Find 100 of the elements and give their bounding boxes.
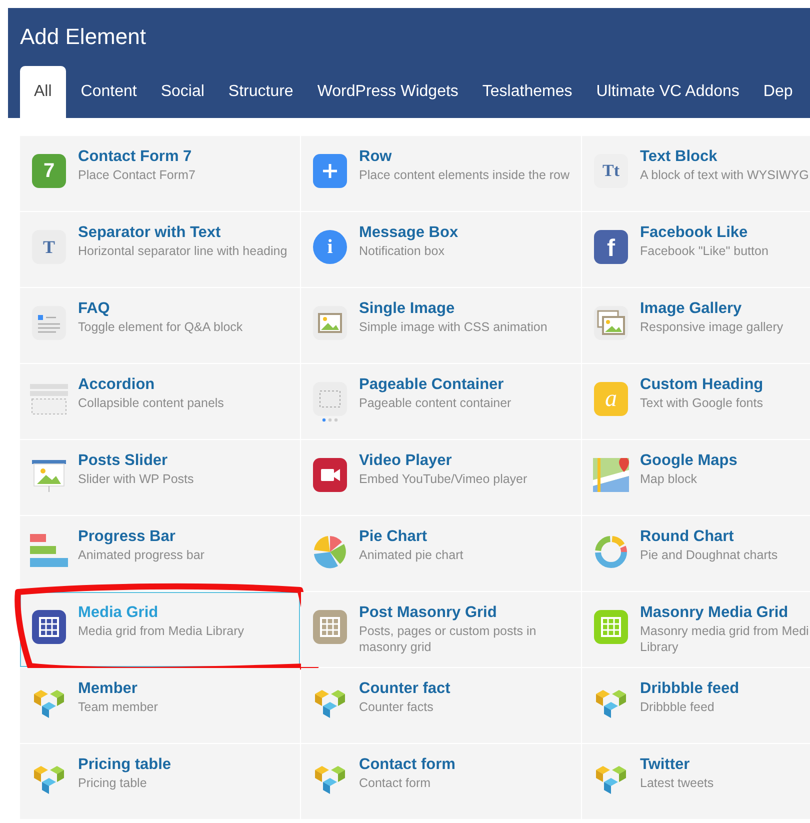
element-description: Latest tweets: [640, 775, 715, 791]
element-description: Responsive image gallery: [640, 319, 784, 335]
element-title: Counter fact: [359, 679, 452, 699]
element-description: Simple image with CSS animation: [359, 319, 548, 335]
element-title: Progress Bar: [78, 527, 176, 547]
category-tab[interactable]: Ultimate VC Addons: [587, 66, 748, 118]
element-card[interactable]: Tt Text Block A block of text with WYSIWYG: [582, 136, 810, 211]
gallery-icon: [594, 306, 628, 340]
element-card[interactable]: f Facebook Like Facebook "Like" button: [582, 212, 810, 287]
element-title: Pie Chart: [359, 527, 428, 547]
map-icon: [593, 458, 629, 492]
element-description: Collapsible content panels: [78, 395, 225, 411]
element-card[interactable]: Progress Bar Animated progress bar: [20, 516, 300, 591]
element-card[interactable]: T Separator with Text Horizontal separator line with heading: [20, 212, 300, 287]
element-description: Masonry media grid from Medi Library: [640, 623, 810, 655]
plus-icon: [313, 154, 347, 188]
separator-icon: T: [32, 230, 66, 264]
element-title: Member: [78, 679, 138, 699]
element-description: Team member: [78, 699, 159, 715]
element-description: Slider with WP Posts: [78, 471, 195, 487]
image-icon: [313, 306, 347, 340]
element-description: Animated pie chart: [359, 547, 464, 563]
pie-chart-icon: [312, 534, 348, 570]
element-title: Separator with Text: [78, 223, 222, 243]
element-title: Masonry Media Grid: [640, 603, 790, 623]
element-description: Pie and Doughnat charts: [640, 547, 779, 563]
element-card[interactable]: Pie Chart Animated pie chart: [301, 516, 581, 591]
category-tab[interactable]: Content: [72, 66, 146, 118]
element-description: Animated progress bar: [78, 547, 206, 563]
element-card[interactable]: Pricing table Pricing table: [20, 744, 300, 819]
category-tab[interactable]: WordPress Widgets: [308, 66, 468, 118]
element-card[interactable]: Twitter Latest tweets: [582, 744, 810, 819]
category-tab[interactable]: All: [20, 66, 66, 118]
grid-icon: [313, 610, 347, 644]
element-title: Posts Slider: [78, 451, 169, 471]
element-card[interactable]: Dribbble feed Dribbble feed: [582, 668, 810, 743]
element-title: Round Chart: [640, 527, 735, 547]
info-icon: i: [313, 230, 347, 264]
element-card[interactable]: Posts Slider Slider with WP Posts: [20, 440, 300, 515]
progress-bars-icon: [30, 534, 68, 568]
element-description: Facebook "Like" button: [640, 243, 770, 259]
element-description: Notification box: [359, 243, 446, 259]
element-description: Pageable content container: [359, 395, 512, 411]
element-title: Pageable Container: [359, 375, 505, 395]
element-card[interactable]: i Message Box Notification box: [301, 212, 581, 287]
element-card[interactable]: Image Gallery Responsive image gallery: [582, 288, 810, 363]
element-description: Media grid from Media Library: [78, 623, 246, 639]
element-title: Media Grid: [78, 603, 160, 623]
grid-icon: [32, 610, 66, 644]
element-description: Place content elements inside the row: [359, 167, 571, 183]
element-card[interactable]: Accordion Collapsible content panels: [20, 364, 300, 439]
element-description: Toggle element for Q&A block: [78, 319, 244, 335]
letter-icon: a: [594, 382, 628, 416]
facebook-icon: f: [594, 230, 628, 264]
category-tab[interactable]: Structure: [219, 66, 302, 118]
element-title: Post Masonry Grid: [359, 603, 498, 623]
element-title: Contact form: [359, 755, 456, 775]
element-title: Message Box: [359, 223, 460, 243]
element-card[interactable]: 7 Contact Form 7 Place Contact Form7: [20, 136, 300, 211]
category-tab[interactable]: Teslathemes: [473, 66, 582, 118]
video-camera-icon: [313, 458, 347, 492]
category-tab[interactable]: Social: [152, 66, 214, 118]
element-description: Posts, pages or custom posts in masonry grid: [359, 623, 538, 655]
donut-chart-icon: [593, 534, 629, 570]
element-card[interactable]: FAQ Toggle element for Q&A block: [20, 288, 300, 363]
element-title: Single Image: [359, 299, 456, 319]
element-title: Contact Form 7: [78, 147, 193, 167]
element-title: Dribbble feed: [640, 679, 740, 699]
element-card[interactable]: Member Team member: [20, 668, 300, 743]
category-tab[interactable]: Dep: [754, 66, 802, 118]
element-card[interactable]: Pageable Container Pageable content container: [301, 364, 581, 439]
element-card[interactable]: Google Maps Map block: [582, 440, 810, 515]
seven-icon: 7: [32, 154, 66, 188]
element-card[interactable]: Round Chart Pie and Doughnat charts: [582, 516, 810, 591]
element-description: Dribbble feed: [640, 699, 716, 715]
element-description: Embed YouTube/Vimeo player: [359, 471, 528, 487]
element-card[interactable]: a Custom Heading Text with Google fonts: [582, 364, 810, 439]
element-title: Pricing table: [78, 755, 172, 775]
element-card[interactable]: Counter fact Counter facts: [301, 668, 581, 743]
accordion-icon: [30, 382, 68, 416]
element-description: Place Contact Form7: [78, 167, 196, 183]
slider-icon: [31, 458, 67, 494]
element-description: Horizontal separator line with heading: [78, 243, 288, 259]
element-card[interactable]: Media Grid Media grid from Media Library: [20, 592, 300, 667]
element-title: Twitter: [640, 755, 691, 775]
element-card[interactable]: Post Masonry Grid Posts, pages or custom posts in masonry grid: [301, 592, 581, 667]
element-card[interactable]: Masonry Media Grid Masonry media grid from Medi Library: [582, 592, 810, 667]
element-card[interactable]: Row Place content elements inside the row: [301, 136, 581, 211]
element-card[interactable]: Single Image Simple image with CSS animation: [301, 288, 581, 363]
element-card[interactable]: Video Player Embed YouTube/Vimeo player: [301, 440, 581, 515]
element-card[interactable]: Contact form Contact form: [301, 744, 581, 819]
element-title: Accordion: [78, 375, 156, 395]
grid-icon: [594, 610, 628, 644]
element-description: Map block: [640, 471, 698, 487]
list-icon: [32, 306, 66, 340]
element-description: Pricing table: [78, 775, 148, 791]
element-description: Contact form: [359, 775, 432, 791]
window-title: Add Element: [19, 23, 146, 51]
element-title: Image Gallery: [640, 299, 743, 319]
element-title: Video Player: [359, 451, 453, 471]
